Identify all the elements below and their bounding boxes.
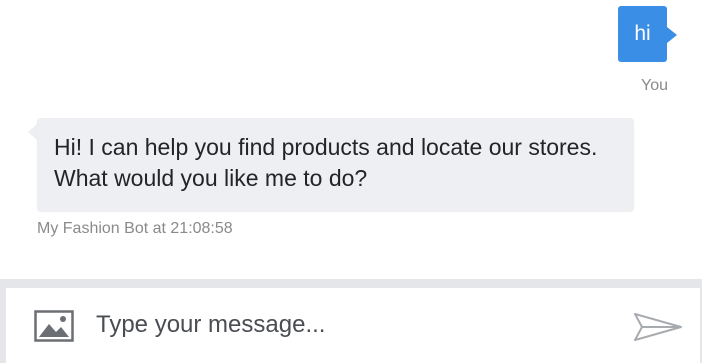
bot-bubble-tail <box>28 124 37 140</box>
image-icon[interactable] <box>34 310 74 342</box>
message-input[interactable] <box>96 304 616 346</box>
send-icon[interactable] <box>633 312 683 342</box>
message-composer <box>0 279 702 363</box>
composer-field <box>6 288 700 363</box>
user-bubble-tail <box>667 27 677 43</box>
bot-message-meta: My Fashion Bot at 21:08:58 <box>37 220 233 237</box>
chat-window: hi You Hi! I can help you find products … <box>0 0 702 363</box>
user-sender-label: You <box>641 77 668 94</box>
user-message-text: hi <box>634 22 651 45</box>
bot-message-bubble: Hi! I can help you find products and loc… <box>37 118 634 211</box>
user-message-bubble: hi <box>618 6 667 62</box>
bot-message-text: Hi! I can help you find products and loc… <box>54 134 598 191</box>
